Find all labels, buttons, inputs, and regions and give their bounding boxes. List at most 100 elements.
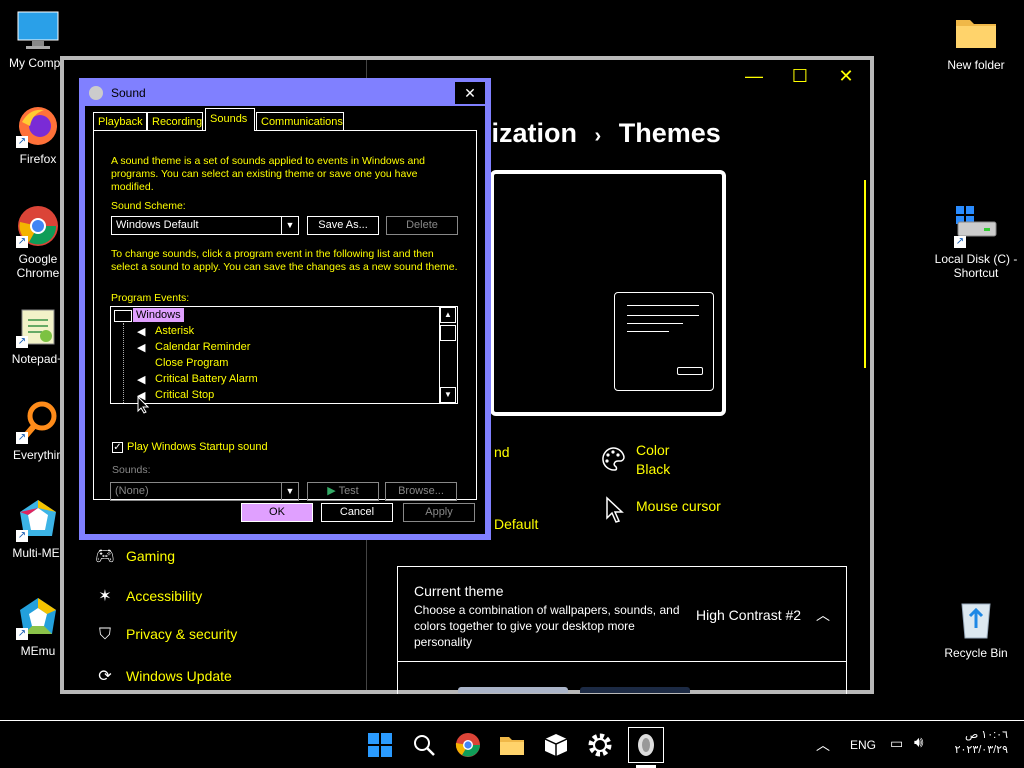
theme-preview — [490, 170, 726, 416]
page-title: Themes — [618, 118, 721, 148]
chevron-down-icon: ▼ — [281, 217, 298, 234]
mouse-cursor-label: Mouse cursor — [636, 498, 721, 514]
nav-privacy-security[interactable]: ⛉ Privacy & security — [94, 626, 237, 644]
nav-windows-update[interactable]: ⟳ Windows Update — [94, 666, 232, 686]
breadcrumb: lization › Themes — [484, 118, 721, 149]
ok-button[interactable]: OK — [241, 503, 313, 522]
close-button[interactable]: ✕ — [832, 66, 860, 87]
partial-option-nd[interactable]: nd — [494, 444, 510, 460]
scroll-up-icon[interactable]: ▲ — [440, 307, 456, 323]
delete-button[interactable]: Delete — [386, 216, 458, 235]
breadcrumb-parent[interactable]: lization — [484, 118, 577, 148]
nav-accessibility[interactable]: ✶ Accessibility — [94, 586, 202, 606]
play-icon: ▶ — [327, 485, 336, 497]
dialog-title: Sound — [111, 86, 146, 100]
current-theme-title: Current theme — [414, 583, 504, 599]
tab-communications[interactable]: Communications — [256, 112, 344, 130]
dialog-body: Playback Recording Sounds Communications… — [85, 106, 485, 534]
startup-sound-label: Play Windows Startup sound — [127, 441, 268, 453]
browse-button[interactable]: Browse... — [385, 482, 457, 501]
save-as-button[interactable]: Save As... — [307, 216, 379, 235]
sound-theme-intro: A sound theme is a set of sounds applied… — [111, 155, 426, 193]
accessibility-icon: ✶ — [98, 588, 112, 605]
current-theme-description: Choose a combination of wallpapers, soun… — [414, 603, 680, 649]
close-icon: ✕ — [464, 85, 476, 101]
current-theme-card[interactable]: Current theme Choose a combination of wa… — [397, 566, 847, 694]
gear-icon — [588, 733, 612, 757]
folder-icon — [500, 737, 524, 755]
start-button[interactable] — [364, 729, 396, 761]
drive-icon: ↗ — [954, 204, 998, 248]
color-label: Color — [636, 442, 670, 458]
desktop-icon-recycle-bin[interactable]: Recycle Bin — [936, 598, 1016, 660]
scroll-down-icon[interactable]: ▼ — [440, 387, 456, 403]
current-theme-value: High Contrast #2 — [696, 607, 802, 623]
taskbar: ︿ ENG ▭ 🔊︎ ١٠:٠٦ ص ٢٠٢٣/٠٣/٢٩ — [0, 720, 1024, 768]
dialog-titlebar[interactable]: Sound — [89, 78, 146, 106]
scroll-thumb[interactable] — [440, 325, 456, 341]
gamepad-icon: 🎮︎ — [94, 548, 116, 565]
tab-recording[interactable]: Recording — [147, 112, 203, 130]
package-icon — [544, 734, 568, 756]
events-scrollbar[interactable]: ▲ ▼ — [439, 307, 457, 403]
sound-scheme-select[interactable]: Windows Default ▼ — [111, 216, 299, 235]
breadcrumb-separator: › — [594, 125, 602, 147]
chevron-up-icon[interactable]: ︿ — [816, 735, 830, 755]
search-button[interactable] — [408, 729, 440, 761]
mouse-pointer-icon — [137, 396, 149, 414]
sounds-select[interactable]: (None) ▼ — [110, 482, 299, 501]
language-indicator[interactable]: ENG — [850, 738, 876, 752]
startup-sound-checkbox[interactable]: ✓ — [112, 442, 123, 453]
change-sounds-instructions: To change sounds, click a program event … — [111, 248, 458, 273]
multi-memu-icon: ↗ — [16, 498, 60, 542]
taskbar-package-app[interactable] — [540, 729, 572, 761]
taskbar-chrome[interactable] — [452, 729, 484, 761]
cursor-icon — [606, 496, 624, 523]
test-button[interactable]: ▶ Test — [307, 482, 379, 501]
windows-folder-icon — [114, 310, 132, 322]
clock[interactable]: ١٠:٠٦ ص ٢٠٢٣/٠٣/٢٩ — [948, 728, 1008, 758]
speaker-icon: ◀︎ — [137, 326, 146, 338]
notepad-plus-icon: ↗ — [16, 304, 60, 348]
speaker-app-icon — [638, 734, 654, 756]
chevron-down-icon: ▼ — [281, 483, 298, 500]
nav-gaming[interactable]: 🎮︎ Gaming — [94, 546, 175, 566]
palette-icon — [602, 447, 625, 471]
program-events-label: Program Events: — [111, 292, 190, 304]
events-root-item[interactable]: Windows — [133, 308, 184, 322]
everything-search-icon: ↗ — [16, 400, 60, 444]
sound-scheme-label: Sound Scheme: — [111, 200, 186, 212]
preview-window — [614, 292, 714, 391]
speaker-icon: ◀︎ — [137, 342, 146, 354]
speaker-app-icon — [89, 86, 103, 100]
chevron-up-icon[interactable]: ︿ — [816, 605, 830, 625]
recycle-bin-icon — [954, 598, 998, 642]
speaker-icon: ◀︎ — [137, 374, 146, 386]
dialog-close-button[interactable]: ✕ — [455, 82, 485, 104]
partial-option-default[interactable]: Default — [494, 516, 538, 532]
taskbar-sound-dialog[interactable] — [628, 727, 664, 763]
taskbar-file-explorer[interactable] — [496, 729, 528, 761]
network-icon[interactable]: ▭ — [890, 735, 903, 752]
program-events-list[interactable]: Windows ◀︎ Asterisk ◀︎ Calendar Reminder… — [110, 306, 458, 404]
shield-icon: ⛉ — [98, 626, 111, 643]
sounds-label: Sounds: — [112, 464, 151, 476]
tab-sounds[interactable]: Sounds — [205, 108, 255, 131]
clock-time: ١٠:٠٦ ص — [964, 729, 1008, 741]
cancel-button[interactable]: Cancel — [321, 503, 393, 522]
windows-logo-icon — [368, 733, 392, 757]
apply-button[interactable]: Apply — [403, 503, 475, 522]
computer-icon — [16, 8, 60, 52]
maximize-button[interactable]: ☐ — [786, 66, 814, 87]
volume-icon[interactable]: 🔊︎ — [914, 734, 923, 751]
folder-icon — [954, 10, 998, 54]
minimize-button[interactable]: — — [740, 66, 768, 87]
desktop-icon-local-disk[interactable]: ↗ Local Disk (C) - Shortcut — [934, 204, 1018, 280]
chrome-icon — [455, 733, 480, 757]
settings-scrollbar[interactable] — [864, 180, 866, 368]
sound-dialog: Sound ✕ Playback Recording Sounds Commun… — [79, 78, 491, 540]
taskbar-settings[interactable] — [584, 729, 616, 761]
desktop-icon-new-folder[interactable]: New folder — [936, 10, 1016, 72]
tab-playback[interactable]: Playback — [93, 112, 147, 130]
memu-icon: ↗ — [16, 596, 60, 640]
